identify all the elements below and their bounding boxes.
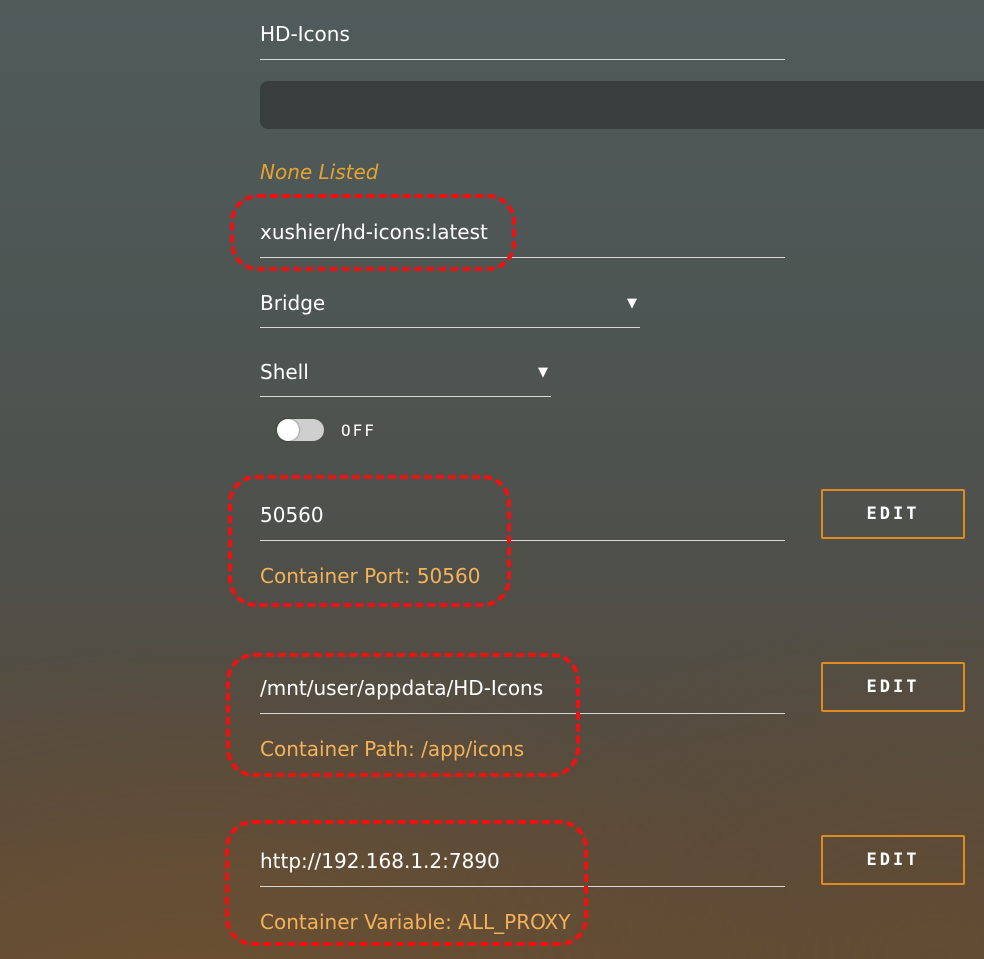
console-shell-underline — [260, 396, 551, 397]
path-edit-button[interactable]: EDIT — [821, 662, 965, 712]
name-input[interactable]: HD-Icons — [260, 22, 350, 46]
privileged-toggle-label: OFF — [341, 421, 376, 440]
overview-textarea[interactable] — [260, 81, 984, 129]
chevron-down-icon: ▼ — [538, 365, 548, 380]
highlight-outline-repository — [230, 194, 516, 271]
console-shell-select[interactable]: Shell — [260, 360, 309, 384]
highlight-outline-path — [226, 653, 580, 777]
toggle-knob — [277, 419, 299, 441]
port-edit-button[interactable]: EDIT — [821, 489, 965, 539]
highlight-outline-port — [228, 475, 511, 607]
highlight-outline-variable — [225, 820, 588, 946]
name-input-underline — [260, 59, 785, 60]
network-type-select[interactable]: Bridge — [260, 291, 325, 315]
additional-requirements-text: None Listed — [260, 160, 379, 184]
network-type-underline — [260, 327, 640, 328]
variable-edit-button[interactable]: EDIT — [821, 835, 965, 885]
chevron-down-icon: ▼ — [627, 296, 637, 311]
container-settings-page: { "form": { "name_value": "HD-Icons", "o… — [0, 0, 984, 959]
privileged-toggle[interactable] — [277, 419, 324, 441]
